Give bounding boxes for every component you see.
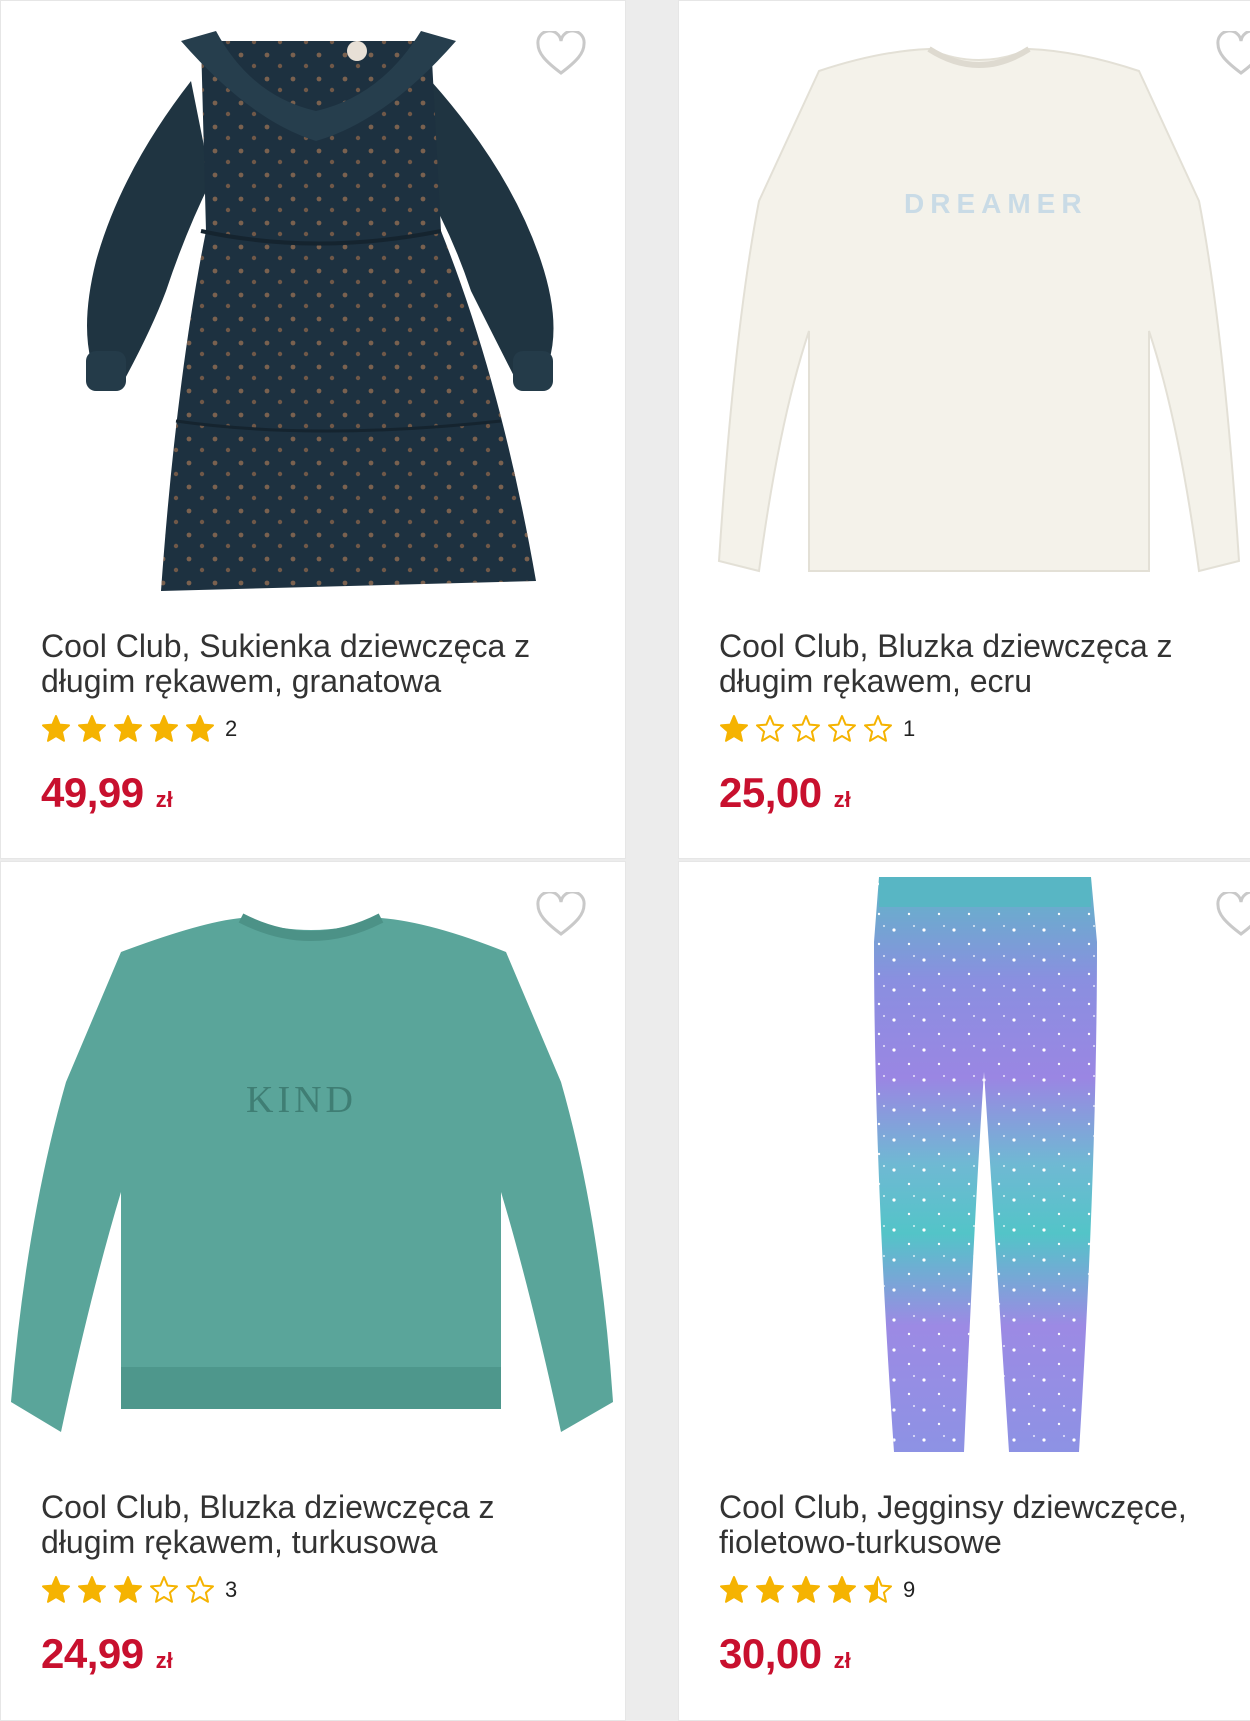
star-filled-icon: [720, 1576, 748, 1603]
product-title[interactable]: Cool Club, Jegginsy dziewczęce, fioletow…: [719, 1490, 1250, 1560]
star-empty-icon: [828, 715, 856, 742]
rating-count: 3: [225, 1577, 238, 1602]
price-currency: zł: [833, 787, 851, 812]
price-value: 25,00: [719, 769, 822, 816]
rating-count: 2: [225, 716, 238, 741]
star-filled-icon: [78, 1576, 106, 1603]
star-empty-icon: [864, 715, 892, 742]
star-filled-icon: [720, 715, 748, 742]
price-value: 49,99: [41, 769, 144, 816]
star-filled-icon: [186, 715, 214, 742]
product-card[interactable]: DREAMER Cool Club, Bluzka dziewczęca z d…: [678, 0, 1250, 859]
product-rating: 3: [41, 1574, 237, 1606]
wishlist-heart-icon[interactable]: [535, 29, 587, 77]
product-image[interactable]: [1, 1, 625, 611]
product-grid: Cool Club, Sukienka dziewczęca z długim …: [0, 0, 1250, 1721]
product-card[interactable]: Cool Club, Sukienka dziewczęca z długim …: [0, 0, 626, 859]
product-rating: 9: [719, 1574, 915, 1606]
star-filled-icon: [114, 715, 142, 742]
wishlist-heart-icon[interactable]: [1215, 29, 1250, 77]
star-filled-icon: [828, 1576, 856, 1603]
star-empty-icon: [792, 715, 820, 742]
product-price: 24,99 zł: [41, 1630, 173, 1678]
product-image[interactable]: KIND: [1, 862, 625, 1472]
product-title[interactable]: Cool Club, Bluzka dziewczęca z długim rę…: [41, 1490, 581, 1560]
star-filled-icon: [78, 715, 106, 742]
star-filled-icon: [756, 1576, 784, 1603]
product-image[interactable]: [679, 862, 1250, 1472]
product-card[interactable]: Cool Club, Jegginsy dziewczęce, fioletow…: [678, 861, 1250, 1721]
star-empty-icon: [150, 1576, 178, 1603]
product-price: 49,99 zł: [41, 769, 173, 817]
product-rating: 1: [719, 713, 915, 745]
star-half-icon: [864, 1576, 892, 1603]
wishlist-heart-icon[interactable]: [535, 890, 587, 938]
star-filled-icon: [114, 1576, 142, 1603]
rating-count: 1: [903, 716, 916, 741]
price-currency: zł: [833, 1648, 851, 1673]
star-filled-icon: [42, 715, 70, 742]
product-card[interactable]: KIND Cool Club, Bluzka dziewczęca z dług…: [0, 861, 626, 1721]
price-currency: zł: [155, 787, 173, 812]
price-value: 30,00: [719, 1630, 822, 1677]
price-value: 24,99: [41, 1630, 144, 1677]
price-currency: zł: [155, 1648, 173, 1673]
print-text: KIND: [246, 1079, 357, 1121]
rating-count: 9: [903, 1577, 916, 1602]
product-title[interactable]: Cool Club, Sukienka dziewczęca z długim …: [41, 629, 581, 699]
product-title[interactable]: Cool Club, Bluzka dziewczęca z długim rę…: [719, 629, 1250, 699]
star-filled-icon: [150, 715, 178, 742]
star-filled-icon: [42, 1576, 70, 1603]
product-price: 25,00 zł: [719, 769, 851, 817]
print-text: DREAMER: [904, 188, 1088, 219]
star-empty-icon: [186, 1576, 214, 1603]
star-filled-icon: [792, 1576, 820, 1603]
star-empty-icon: [756, 715, 784, 742]
product-image[interactable]: DREAMER: [679, 1, 1250, 611]
wishlist-heart-icon[interactable]: [1215, 890, 1250, 938]
product-rating: 2: [41, 713, 237, 745]
product-price: 30,00 zł: [719, 1630, 851, 1678]
